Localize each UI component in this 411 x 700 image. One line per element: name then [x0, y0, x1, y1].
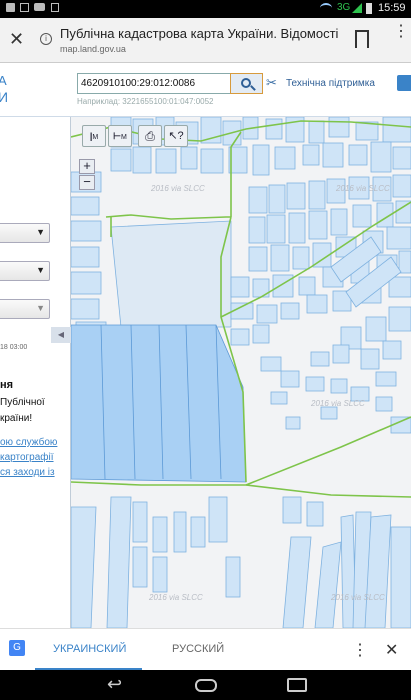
bookmark-icon[interactable]	[355, 30, 369, 48]
close-translate-icon[interactable]: ✕	[385, 640, 398, 660]
news-text-2: країни!	[0, 413, 33, 424]
browser-toolbar: ✕ i Публічна кадастрова карта України. В…	[0, 18, 411, 63]
svg-text:2016 via SLCC: 2016 via SLCC	[330, 593, 385, 602]
page-title: Публічна кадастрова карта України. Відом…	[60, 26, 340, 41]
tab-russian-label: РУССКИЙ	[172, 643, 225, 655]
left-panel: ▼ ▼ ▼ ◀ 18 03:00 ня Публічної країни! ою…	[0, 117, 71, 628]
cadastral-map[interactable]: 2016 via SLCC 2016 via SLCC 2016 via SLC…	[71, 117, 411, 628]
mail-icon[interactable]	[397, 75, 411, 91]
signal-icon	[352, 3, 362, 13]
search-button[interactable]	[230, 73, 263, 94]
district-select[interactable]: ▼	[0, 261, 50, 281]
back-icon[interactable]: ↩	[107, 674, 122, 695]
zoom-in-button[interactable]: +	[79, 159, 95, 174]
youtube-icon	[34, 3, 45, 11]
page-url[interactable]: map.land.gov.ua	[60, 44, 126, 54]
news-date: 18 03:00	[0, 344, 28, 351]
zoom-out-button[interactable]: −	[79, 175, 95, 190]
measure-line-button[interactable]: |M	[82, 125, 106, 147]
tab-russian[interactable]: РУССКИЙ	[160, 629, 240, 671]
region-select[interactable]: ▼	[0, 223, 50, 243]
translate-bar: G УКРАИНСКИЙ РУССКИЙ ⋮ ✕	[0, 628, 411, 671]
android-nav-bar: ↩	[0, 670, 411, 700]
recents-icon[interactable]	[287, 678, 307, 692]
news-link-2[interactable]: картографії	[0, 452, 54, 463]
tab-ukrainian[interactable]: УКРАИНСКИЙ	[35, 629, 142, 671]
tab-ukrainian-label: УКРАИНСКИЙ	[53, 643, 127, 655]
cursor-help-icon: ↖?	[168, 130, 184, 142]
svg-text:2016 via SLCC: 2016 via SLCC	[335, 184, 390, 193]
info-icon[interactable]: i	[40, 33, 52, 45]
translate-menu-icon[interactable]: ⋮	[352, 640, 368, 660]
home-icon[interactable]	[195, 679, 217, 692]
gallery-icon	[20, 3, 29, 12]
battery-icon	[366, 3, 372, 14]
identify-button[interactable]: ↖?	[164, 125, 188, 147]
site-header: А И Наприклад: 3221655100:01:047:0052 ✂ …	[0, 63, 411, 117]
measure-area-button[interactable]: ⊢M	[108, 125, 132, 147]
news-text-1: Публічної	[0, 397, 45, 408]
close-icon[interactable]: ✕	[9, 30, 24, 48]
clock: 15:59	[378, 2, 406, 14]
example-hint: Наприклад: 3221655100:01:047:0052	[77, 97, 214, 106]
svg-text:2016 via SLCC: 2016 via SLCC	[148, 593, 203, 602]
news-link-3[interactable]: ся заходи із	[0, 467, 55, 478]
network-type: 3G	[337, 2, 351, 13]
logo-text-1: А	[0, 73, 7, 88]
news-heading: ня	[0, 379, 14, 391]
layer-select[interactable]: ▼	[0, 299, 50, 319]
facebook-icon	[6, 3, 15, 12]
google-translate-icon: G	[9, 640, 25, 656]
news-link-1[interactable]: ою службою	[0, 437, 57, 448]
cadastral-search-input[interactable]	[77, 73, 230, 94]
tools-icon: ✂	[266, 75, 277, 90]
more-menu-icon[interactable]: ⋮	[393, 24, 409, 40]
support-label: Технічна підтримка	[286, 78, 375, 89]
map-watermark: 2016 via SLCC	[150, 184, 205, 193]
collapse-panel-icon[interactable]: ◀	[51, 327, 71, 343]
print-icon: ⎙	[145, 129, 155, 143]
print-button[interactable]: ⎙	[138, 125, 162, 147]
wifi-icon	[320, 3, 332, 13]
map-canvas[interactable]: 2016 via SLCC 2016 via SLCC 2016 via SLC…	[71, 117, 411, 628]
status-bar: 3G 15:59	[0, 0, 411, 18]
download-icon	[51, 3, 59, 12]
web-page: А И Наприклад: 3221655100:01:047:0052 ✂ …	[0, 63, 411, 628]
logo-text-2: И	[0, 89, 9, 105]
svg-text:2016 via SLCC: 2016 via SLCC	[310, 399, 365, 408]
support-button[interactable]: ✂ Технічна підтримка	[264, 73, 394, 94]
